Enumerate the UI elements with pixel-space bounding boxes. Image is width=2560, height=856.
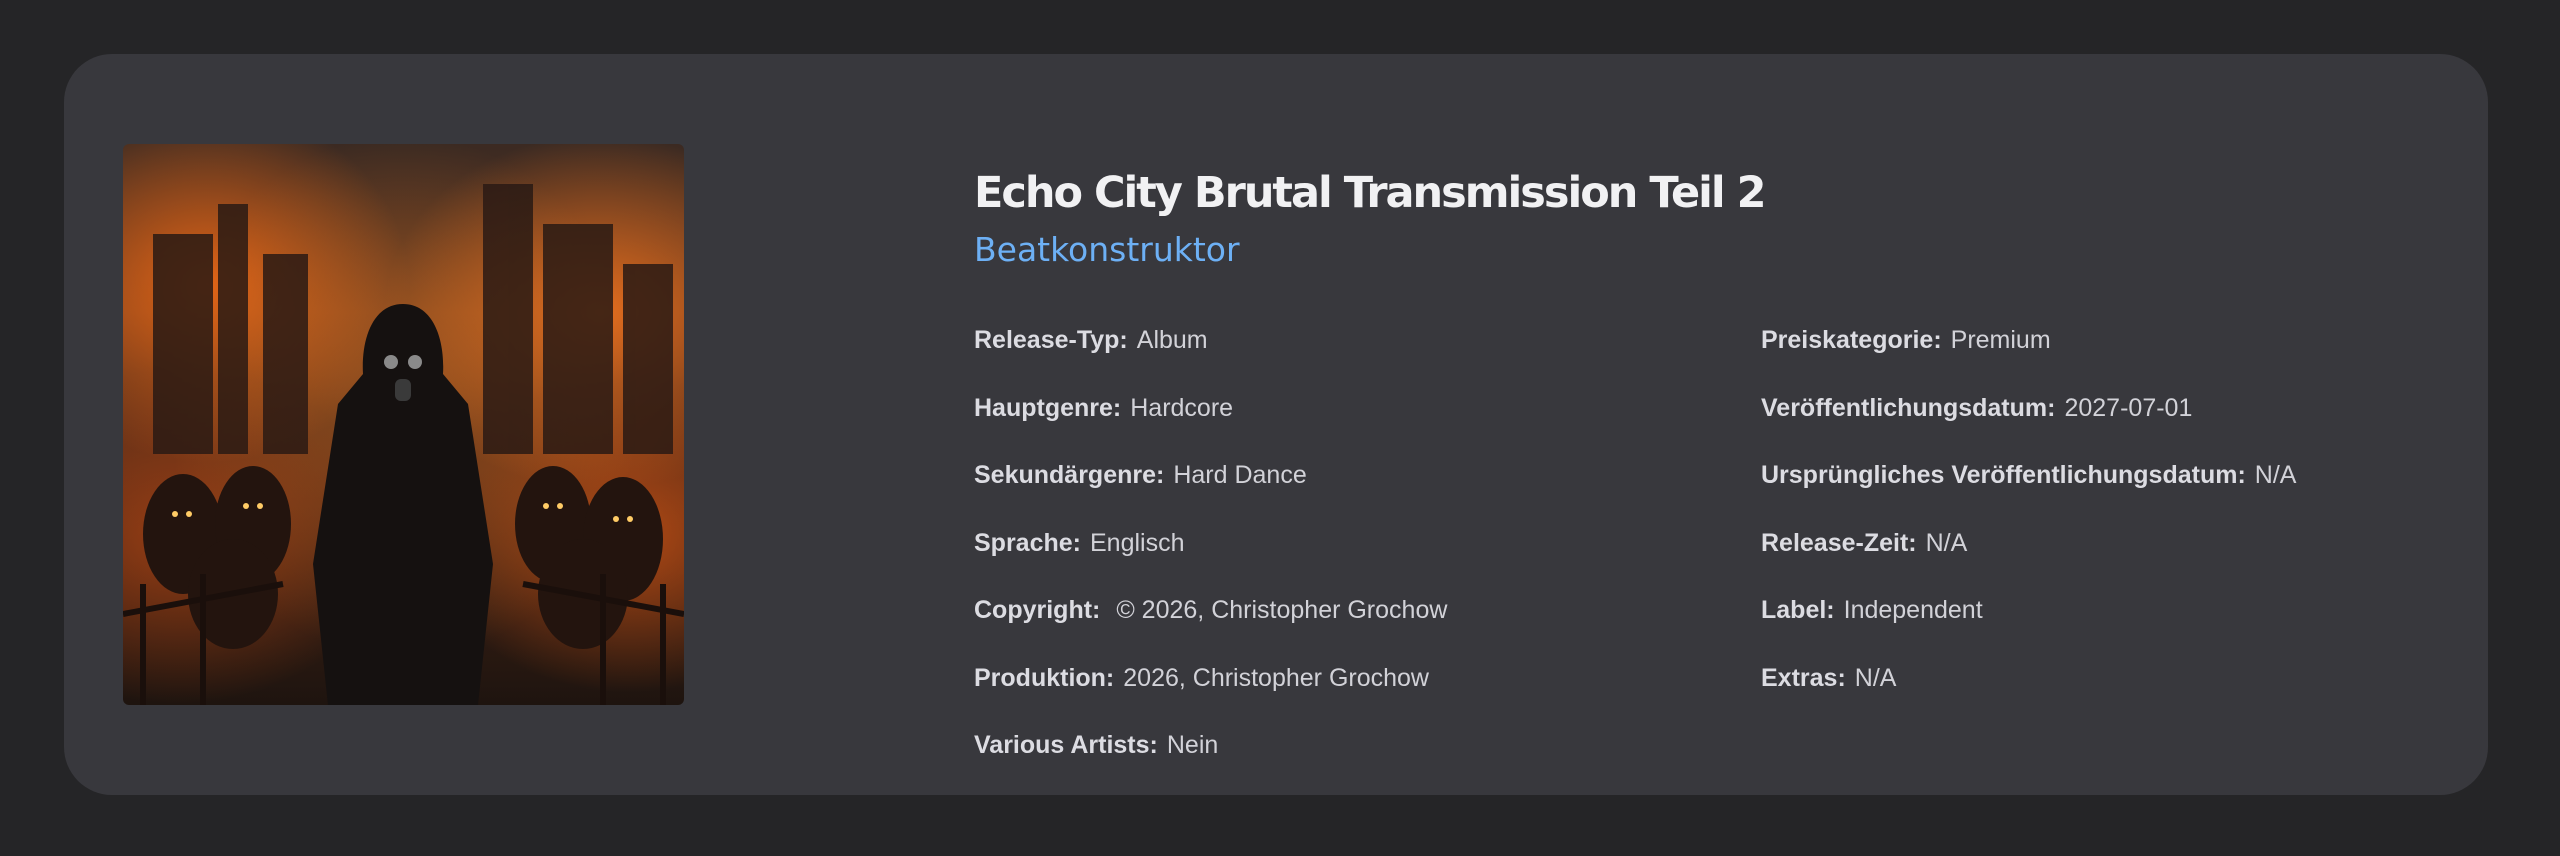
detail-label: Hauptgenre: — [974, 393, 1122, 422]
detail-value: © 2026, Christopher Grochow — [1109, 596, 1448, 624]
detail-value: Album — [1136, 326, 1208, 354]
detail-label: Sprache: — [974, 528, 1081, 557]
detail-label: Veröffentlichungsdatum: — [1761, 393, 2056, 422]
detail-value: Premium — [1950, 326, 2051, 354]
detail-label: Produktion: — [974, 663, 1115, 692]
detail-label: Release-Zeit: — [1761, 528, 1917, 557]
detail-value: 2027-07-01 — [2064, 393, 2193, 422]
detail-label: Extras: — [1761, 663, 1846, 692]
details-left-column: Release-Typ: Album Hauptgenre: Hardcore Se… — [974, 320, 1447, 793]
detail-value: Hardcore — [1130, 393, 1234, 422]
detail-value: Englisch — [1089, 528, 1185, 557]
release-card: Echo City Brutal Transmission Teil 2 Bea… — [64, 54, 2488, 795]
detail-label: Release-Typ: — [974, 326, 1128, 354]
detail-copyright: Copyright: © 2026, Christopher Grochow — [974, 590, 1447, 658]
detail-price-category: Preiskategorie: Premium — [1761, 320, 2296, 388]
detail-extras: Extras: N/A — [1761, 658, 2296, 726]
detail-value: Independent — [1843, 596, 1983, 624]
detail-value: N/A — [1854, 663, 1897, 692]
detail-value: 2026, Christopher Grochow — [1123, 663, 1429, 692]
release-title: Echo City Brutal Transmission Teil 2 — [974, 168, 1766, 218]
detail-value: N/A — [1925, 528, 1968, 557]
detail-label: Sekundärgenre: — [974, 461, 1165, 489]
detail-main-genre: Hauptgenre: Hardcore — [974, 388, 1447, 456]
album-cover-image — [123, 144, 684, 705]
detail-production: Produktion: 2026, Christopher Grochow — [974, 658, 1447, 726]
detail-label: Label: — [1761, 596, 1835, 624]
detail-secondary-genre: Sekundärgenre: Hard Dance — [974, 455, 1447, 523]
detail-label-name: Label: Independent — [1761, 590, 2296, 658]
artist-link[interactable]: Beatkonstruktor — [974, 230, 1240, 269]
detail-label: Preiskategorie: — [1761, 326, 1942, 354]
detail-value: Hard Dance — [1173, 461, 1307, 489]
detail-label: Various Artists: — [974, 731, 1158, 759]
details-right-column: Preiskategorie: Premium Veröffentlichungs… — [1761, 320, 2296, 725]
detail-release-type: Release-Typ: Album — [974, 320, 1447, 388]
detail-release-date: Veröffentlichungsdatum: 2027-07-01 — [1761, 388, 2296, 456]
detail-label: Copyright: — [974, 596, 1101, 624]
detail-original-release-date: Ursprüngliches Veröffentlichungsdatum: N/… — [1761, 455, 2296, 523]
detail-label: Ursprüngliches Veröffentlichungsdatum: — [1761, 461, 2246, 489]
detail-release-time: Release-Zeit: N/A — [1761, 523, 2296, 591]
detail-various-artists: Various Artists: Nein — [974, 725, 1447, 793]
detail-language: Sprache: Englisch — [974, 523, 1447, 591]
detail-value: Nein — [1166, 731, 1219, 759]
detail-value: N/A — [2254, 461, 2297, 489]
